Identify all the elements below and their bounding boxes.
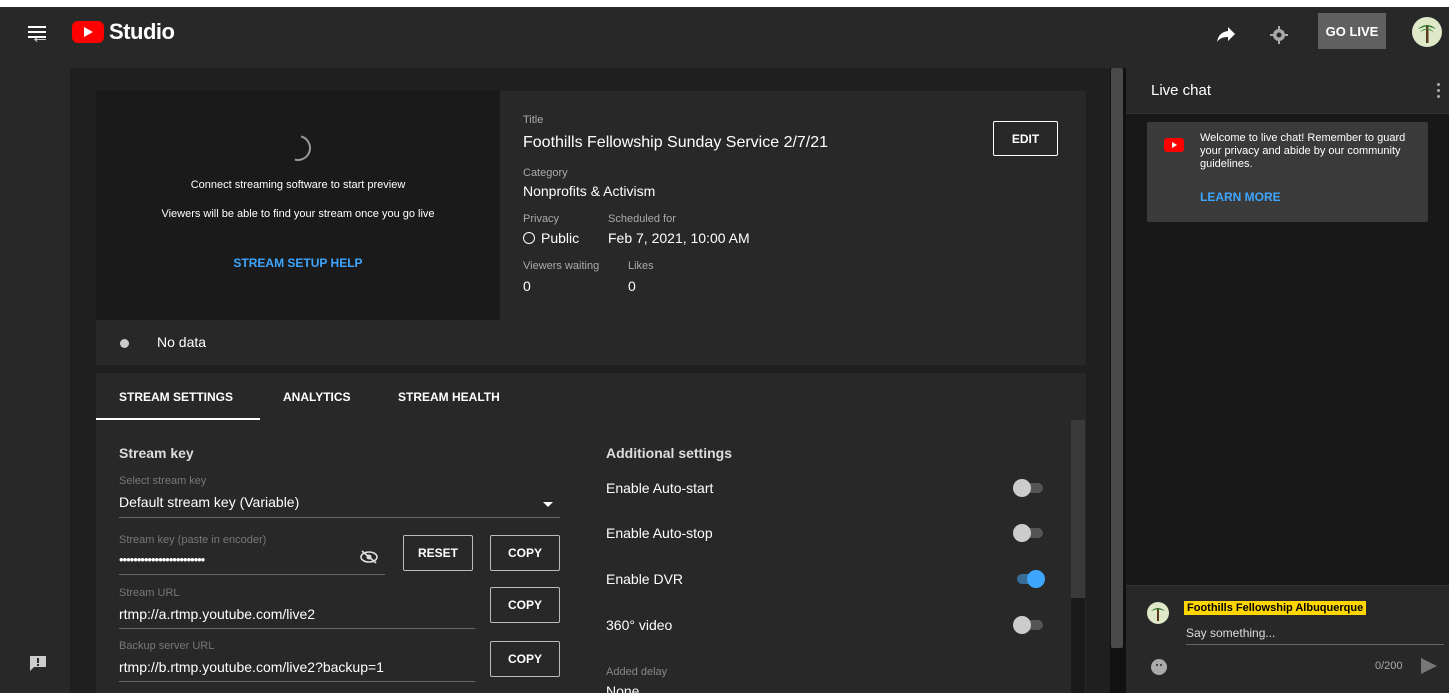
edit-button[interactable]: EDIT bbox=[993, 121, 1058, 156]
likes-value: 0 bbox=[628, 278, 636, 294]
emoji-icon[interactable] bbox=[1151, 659, 1167, 675]
studio-window: Studio GO LIVE ← Connect streaming softw… bbox=[0, 0, 1449, 693]
additional-settings-title: Additional settings bbox=[606, 445, 732, 461]
scheduled-value: Feb 7, 2021, 10:00 AM bbox=[608, 230, 750, 246]
char-counter: 0/200 bbox=[1375, 660, 1403, 672]
stream-setup-help-link[interactable]: STREAM SETUP HELP bbox=[96, 256, 500, 270]
dvr-toggle[interactable] bbox=[1013, 570, 1045, 588]
copy-key-button[interactable]: COPY bbox=[490, 535, 560, 571]
backup-url-field[interactable]: rtmp://b.rtmp.youtube.com/live2?backup=1 bbox=[119, 659, 384, 675]
privacy-text: Public bbox=[541, 230, 580, 246]
status-dot-icon bbox=[120, 339, 129, 348]
chat-title: Live chat bbox=[1151, 82, 1212, 99]
select-stream-key-label: Select stream key bbox=[119, 475, 207, 487]
reset-button[interactable]: RESET bbox=[403, 535, 473, 571]
more-options-icon[interactable] bbox=[1437, 83, 1441, 99]
chat-avatar bbox=[1147, 602, 1169, 624]
active-tab-indicator bbox=[96, 418, 260, 420]
youtube-logo-icon bbox=[72, 21, 104, 43]
stream-key-field[interactable]: •••••••••••••••••••••••• bbox=[119, 552, 205, 567]
category-value: Nonprofits & Activism bbox=[523, 183, 656, 199]
share-arrow-icon[interactable] bbox=[1216, 26, 1236, 42]
status-text: No data bbox=[157, 334, 207, 350]
tab-stream-settings[interactable]: STREAM SETTINGS bbox=[119, 390, 233, 404]
select-underline bbox=[119, 517, 560, 518]
preview-subtext: Viewers will be able to find your stream… bbox=[161, 208, 435, 220]
gear-icon[interactable] bbox=[1270, 26, 1288, 44]
likes-label: Likes bbox=[628, 260, 654, 272]
viewers-waiting-label: Viewers waiting bbox=[523, 260, 600, 272]
tab-stream-health[interactable]: STREAM HEALTH bbox=[398, 390, 500, 404]
go-live-button[interactable]: GO LIVE bbox=[1318, 13, 1386, 49]
settings-scrollbar-thumb[interactable] bbox=[1071, 420, 1085, 598]
category-label: Category bbox=[523, 167, 568, 179]
chat-input-underline bbox=[1186, 644, 1444, 645]
send-icon[interactable] bbox=[1421, 658, 1437, 674]
auto-start-label: Enable Auto-start bbox=[606, 480, 714, 496]
stream-key-underline bbox=[119, 574, 385, 575]
stream-url-underline bbox=[119, 628, 475, 629]
viewers-waiting-value: 0 bbox=[523, 278, 531, 294]
privacy-value: Public bbox=[523, 230, 579, 246]
copy-backup-url-button[interactable]: COPY bbox=[490, 641, 560, 677]
stream-url-field[interactable]: rtmp://a.rtmp.youtube.com/live2 bbox=[119, 606, 315, 622]
backup-url-underline bbox=[119, 681, 475, 682]
youtube-icon bbox=[1164, 138, 1184, 152]
auto-stop-toggle[interactable] bbox=[1013, 524, 1045, 542]
chevron-down-icon[interactable] bbox=[543, 502, 553, 507]
dvr-label: Enable DVR bbox=[606, 571, 684, 587]
backup-url-label: Backup server URL bbox=[119, 640, 215, 652]
added-delay-value[interactable]: None bbox=[606, 683, 639, 693]
page-scrollbar-thumb[interactable] bbox=[1111, 68, 1123, 648]
back-arrow-icon[interactable]: ← bbox=[30, 26, 50, 49]
welcome-message: Welcome to live chat! Remember to guard … bbox=[1200, 132, 1406, 170]
preview-message: Connect streaming software to start prev… bbox=[190, 179, 406, 191]
stream-title: Foothills Fellowship Sunday Service 2/7/… bbox=[523, 134, 829, 151]
learn-more-link[interactable]: LEARN MORE bbox=[1200, 190, 1281, 204]
chat-author-name: Foothills Fellowship Albuquerque bbox=[1184, 601, 1367, 615]
360-video-label: 360° video bbox=[606, 617, 673, 633]
top-strip bbox=[0, 0, 1449, 7]
left-navigation bbox=[0, 68, 70, 693]
stream-url-label: Stream URL bbox=[119, 587, 180, 599]
chat-message-input[interactable]: Say something... bbox=[1186, 626, 1275, 640]
stream-preview bbox=[96, 91, 500, 320]
auto-start-toggle[interactable] bbox=[1013, 479, 1045, 497]
stream-key-select[interactable]: Default stream key (Variable) bbox=[119, 494, 299, 510]
settings-panel bbox=[96, 373, 1086, 693]
copy-url-button[interactable]: COPY bbox=[490, 587, 560, 623]
stream-key-title: Stream key bbox=[119, 445, 194, 461]
auto-stop-label: Enable Auto-stop bbox=[606, 525, 713, 541]
studio-logo[interactable]: Studio bbox=[72, 19, 175, 45]
stream-status-bar bbox=[96, 320, 1086, 365]
app-name: Studio bbox=[109, 19, 175, 44]
hide-eye-icon[interactable] bbox=[360, 550, 378, 564]
globe-icon bbox=[523, 232, 535, 244]
tab-analytics[interactable]: ANALYTICS bbox=[283, 390, 351, 404]
avatar[interactable] bbox=[1412, 17, 1442, 47]
stream-key-label: Stream key (paste in encoder) bbox=[119, 534, 267, 546]
360-video-toggle[interactable] bbox=[1013, 616, 1045, 634]
scheduled-label: Scheduled for bbox=[608, 213, 676, 225]
added-delay-label: Added delay bbox=[606, 666, 668, 678]
privacy-label: Privacy bbox=[523, 213, 560, 225]
title-label: Title bbox=[523, 114, 544, 126]
feedback-icon[interactable] bbox=[29, 655, 47, 671]
